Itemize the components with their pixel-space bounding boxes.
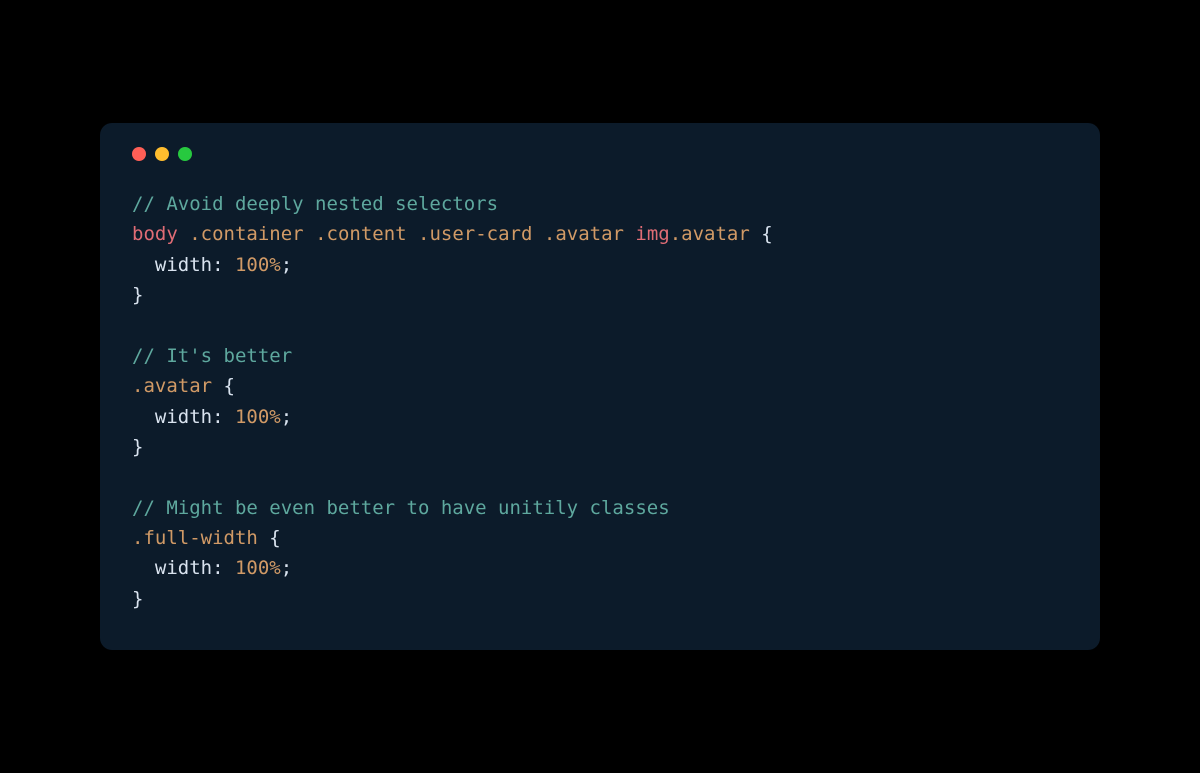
code-token-punct [304, 223, 315, 245]
code-token-punct: : [212, 557, 235, 579]
code-line: // It's better [132, 341, 1068, 371]
code-token-brace: } [132, 284, 143, 306]
code-token-brace: { [761, 223, 772, 245]
code-line [132, 310, 1068, 340]
code-token-punct: : [212, 406, 235, 428]
code-line: width: 100%; [132, 553, 1068, 583]
code-token-class: .user-card [418, 223, 532, 245]
code-token-punct [532, 223, 543, 245]
code-token-punct [624, 223, 635, 245]
code-token-punct: : [212, 254, 235, 276]
code-token-punct [750, 223, 761, 245]
code-token-punct [132, 254, 155, 276]
code-token-punct [258, 527, 269, 549]
code-line: // Avoid deeply nested selectors [132, 189, 1068, 219]
code-token-value: 100% [235, 254, 281, 276]
code-token-value: 100% [235, 406, 281, 428]
code-token-property: width [155, 557, 212, 579]
code-line: // Might be even better to have unitily … [132, 493, 1068, 523]
code-token-tag: img [635, 223, 669, 245]
code-line: } [132, 280, 1068, 310]
code-token-punct [212, 375, 223, 397]
code-token-comment: // Avoid deeply nested selectors [132, 193, 498, 215]
code-block: // Avoid deeply nested selectors body .co… [132, 189, 1068, 614]
code-token-brace: { [224, 375, 235, 397]
code-line: width: 100%; [132, 250, 1068, 280]
code-line: width: 100%; [132, 402, 1068, 432]
code-window: // Avoid deeply nested selectors body .co… [100, 123, 1100, 650]
code-line: } [132, 584, 1068, 614]
code-token-class: .avatar [544, 223, 624, 245]
code-token-property: width [155, 406, 212, 428]
code-token-tag: body [132, 223, 178, 245]
code-line: } [132, 432, 1068, 462]
code-token-class: .full-width [132, 527, 258, 549]
minimize-button[interactable] [155, 147, 169, 161]
code-token-punct: ; [281, 254, 292, 276]
code-token-brace: } [132, 436, 143, 458]
code-line: body .container .content .user-card .ava… [132, 219, 1068, 249]
code-token-class: .avatar [132, 375, 212, 397]
code-token-class: .avatar [670, 223, 750, 245]
code-token-punct: ; [281, 406, 292, 428]
window-titlebar [132, 147, 1068, 161]
code-line: .full-width { [132, 523, 1068, 553]
code-token-value: 100% [235, 557, 281, 579]
code-line [132, 462, 1068, 492]
code-token-punct [178, 223, 189, 245]
code-token-comment: // It's better [132, 345, 292, 367]
code-token-class: .content [315, 223, 407, 245]
close-button[interactable] [132, 147, 146, 161]
code-token-punct [407, 223, 418, 245]
code-token-comment: // Might be even better to have unitily … [132, 497, 670, 519]
code-line: .avatar { [132, 371, 1068, 401]
code-token-class: .container [189, 223, 303, 245]
code-token-punct [132, 557, 155, 579]
code-token-brace: { [269, 527, 280, 549]
code-token-brace: } [132, 588, 143, 610]
maximize-button[interactable] [178, 147, 192, 161]
code-token-punct [132, 406, 155, 428]
code-token-property: width [155, 254, 212, 276]
code-token-punct: ; [281, 557, 292, 579]
